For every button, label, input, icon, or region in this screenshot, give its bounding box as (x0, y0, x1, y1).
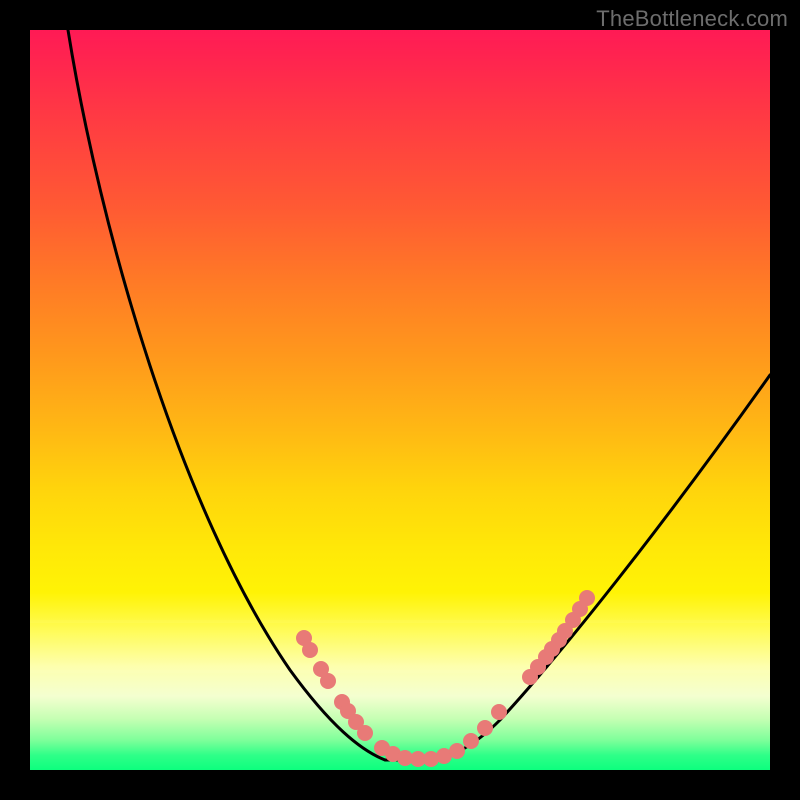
data-point-right-cluster-10 (579, 590, 595, 606)
right-curve (425, 375, 770, 760)
data-points (296, 590, 595, 767)
data-point-trough-7 (449, 743, 465, 759)
data-point-right-start-1 (463, 733, 479, 749)
data-point-left-cluster-2 (302, 642, 318, 658)
plot-area (30, 30, 770, 770)
data-point-right-start-2 (477, 720, 493, 736)
chart-frame: TheBottleneck.com (0, 0, 800, 800)
data-point-left-cluster-8 (357, 725, 373, 741)
left-curve (68, 30, 425, 760)
curve-layer (30, 30, 770, 770)
watermark-text: TheBottleneck.com (596, 6, 788, 32)
data-point-left-cluster-4 (320, 673, 336, 689)
data-point-right-cluster-1 (491, 704, 507, 720)
